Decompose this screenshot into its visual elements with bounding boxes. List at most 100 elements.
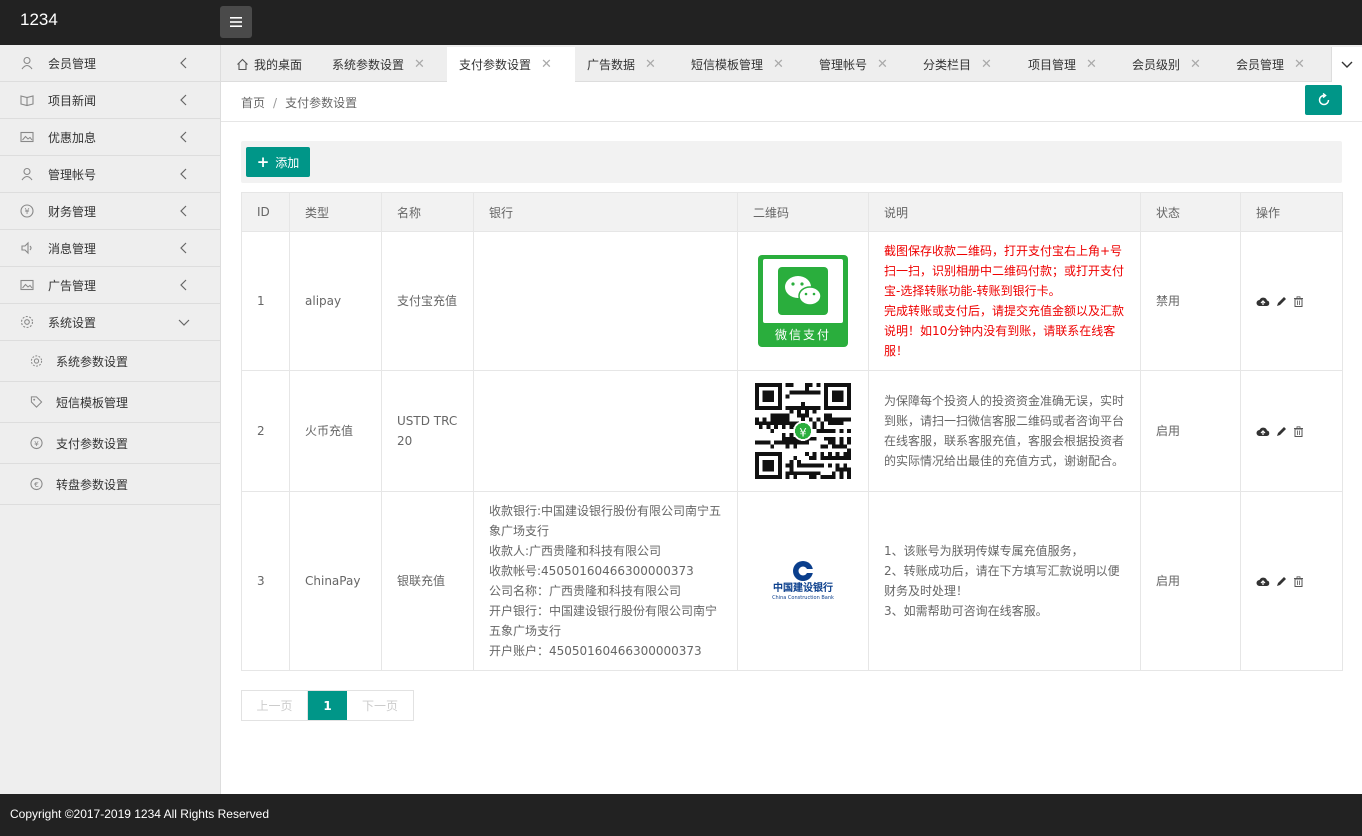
cloud-upload-icon[interactable] [1256, 576, 1270, 587]
qr-code-image: ¥ [755, 383, 851, 479]
sidebar-item-label: 消息管理 [48, 241, 97, 256]
edit-pencil-icon[interactable] [1276, 576, 1287, 587]
tab-label: 会员级别 [1132, 58, 1181, 72]
sidebar-subitem-label: 系统参数设置 [56, 354, 129, 369]
tab[interactable]: 管理帐号 ✕ [807, 47, 911, 82]
tab-home[interactable]: 我的桌面 [221, 47, 320, 82]
tab[interactable]: 短信模板管理 ✕ [679, 47, 807, 82]
cell-bank [473, 370, 738, 492]
close-icon[interactable]: ✕ [414, 57, 425, 72]
yen-icon: ¥ [20, 204, 34, 218]
sidebar-item[interactable]: 广告管理 [0, 267, 220, 304]
gear-icon [30, 355, 43, 368]
sidebar-item-label: 优惠加息 [48, 130, 97, 145]
row-actions [1256, 295, 1327, 307]
breadcrumb-separator: / [273, 96, 278, 110]
description-line: 2、转账成功后，请在下方填写汇款说明以便财务及时处理！ [884, 564, 1120, 598]
next-page-button[interactable]: 下一页 [347, 691, 413, 720]
menu-toggle-button[interactable] [220, 6, 252, 38]
tab-label: 分类栏目 [923, 58, 972, 72]
chevron-left-icon [180, 279, 187, 291]
cloud-upload-icon[interactable] [1256, 296, 1270, 307]
cell-bank: 收款银行:中国建设银行股份有限公司南宁五象广场支行 收款人:广西贵隆和科技有限公司… [473, 491, 738, 671]
tab[interactable]: 广告数据 ✕ [575, 47, 679, 82]
tab-label: 短信模板管理 [691, 58, 764, 72]
sidebar-item-label: 系统设置 [48, 315, 97, 330]
payment-table: ID 类型 名称 银行 二维码 说明 状态 操作 1 alipay 支付宝充值 微信支付 截图保存… [241, 192, 1343, 671]
table-row: 2 火币充值 USTD TRC 20 ¥ 为保障每个投资人的投资资金准确无误，实时到… [241, 370, 1343, 492]
tab-label: 管理帐号 [819, 58, 868, 72]
sidebar-item[interactable]: 项目新闻 [0, 82, 220, 119]
sidebar-item[interactable]: 优惠加息 [0, 119, 220, 156]
bank-line: 开户银行：中国建设银行股份有限公司南宁五象广场支行 [489, 604, 718, 638]
sidebar-item[interactable]: 消息管理 [0, 230, 220, 267]
tab[interactable]: 项目管理 ✕ [1016, 47, 1120, 82]
refresh-button[interactable] [1305, 85, 1342, 115]
ccb-emblem-icon [793, 561, 814, 581]
sidebar-subitem[interactable]: ¥ 支付参数设置 [0, 423, 220, 464]
tab[interactable]: 会员级别 ✕ [1120, 47, 1224, 82]
trash-icon[interactable] [1293, 425, 1304, 437]
cell-status: 启用 [1140, 491, 1241, 671]
close-icon[interactable]: ✕ [1190, 57, 1201, 72]
app-logo[interactable]: 1234 [20, 10, 58, 30]
sidebar-item[interactable]: ¥ 财务管理 [0, 193, 220, 230]
sidebar-subitem[interactable]: € 转盘参数设置 [0, 464, 220, 505]
ccb-name: 中国建设银行 [773, 583, 833, 594]
row-actions [1256, 425, 1327, 437]
tab-more-button[interactable] [1331, 47, 1362, 82]
breadcrumb-home[interactable]: 首页 [241, 96, 265, 110]
svg-text:¥: ¥ [34, 439, 39, 448]
bank-line: 公司名称：广西贵隆和科技有限公司 [489, 584, 682, 598]
close-icon[interactable]: ✕ [981, 57, 992, 72]
current-page-button[interactable]: 1 [308, 691, 347, 720]
refresh-icon [1318, 93, 1329, 106]
cloud-upload-icon[interactable] [1256, 426, 1270, 437]
bank-line: 收款人:广西贵隆和科技有限公司 [489, 544, 662, 558]
close-icon[interactable]: ✕ [1086, 57, 1097, 72]
tab-label: 项目管理 [1028, 58, 1077, 72]
row-actions [1256, 575, 1327, 587]
prev-page-button[interactable]: 上一页 [242, 691, 308, 720]
cell-bank [473, 231, 738, 371]
sidebar-item-label: 广告管理 [48, 278, 97, 293]
add-button[interactable]: + 添加 [246, 147, 310, 177]
cell-type: ChinaPay [289, 491, 382, 671]
close-icon[interactable]: ✕ [1294, 57, 1305, 72]
close-icon[interactable]: ✕ [877, 57, 888, 72]
sidebar-subitem[interactable]: 系统参数设置 [0, 341, 220, 382]
cell-qr: 中国建设银行 China Construction Bank [737, 491, 869, 671]
tab[interactable]: 系统参数设置 ✕ [320, 47, 447, 82]
description-line: 完成转账或支付后，请提交充值金额以及汇款说明！如10分钟内没有到账，请联系在线客… [884, 304, 1125, 358]
cell-name: 银联充值 [381, 491, 474, 671]
wechat-icon [778, 267, 828, 315]
collapsed-indicator [178, 279, 190, 291]
sidebar-item[interactable]: 管理帐号 [0, 156, 220, 193]
tab[interactable]: 分类栏目 ✕ [911, 47, 1016, 82]
tab[interactable]: 会员管理 ✕ [1224, 47, 1330, 82]
chevron-left-icon [180, 168, 187, 180]
cell-name: 支付宝充值 [381, 231, 474, 371]
close-icon[interactable]: ✕ [645, 57, 656, 72]
trash-icon[interactable] [1293, 575, 1304, 587]
cell-status: 禁用 [1140, 231, 1241, 371]
wechat-pay-label: 微信支付 [774, 328, 831, 342]
trash-icon[interactable] [1293, 295, 1304, 307]
tab-label: 会员管理 [1236, 58, 1285, 72]
tab-label: 广告数据 [587, 58, 636, 72]
sidebar-subitem[interactable]: 短信模板管理 [0, 382, 220, 423]
tab[interactable]: 支付参数设置 ✕ [447, 47, 575, 82]
sidebar: 会员管理 项目新闻优惠加息管理帐号 ¥ 财务管理消息管理广告管理系统设置系统参数设置短… [0, 45, 221, 794]
sidebar-item[interactable]: 系统设置 [0, 304, 220, 341]
column-header: 二维码 [737, 192, 869, 232]
svg-text:€: € [34, 480, 39, 489]
sidebar-item[interactable]: 会员管理 [0, 45, 220, 82]
column-header: 说明 [868, 192, 1141, 232]
close-icon[interactable]: ✕ [773, 57, 784, 72]
close-icon[interactable]: ✕ [541, 57, 552, 72]
edit-pencil-icon[interactable] [1276, 296, 1287, 307]
breadcrumb: 首页 / 支付参数设置 [241, 94, 357, 111]
cell-description: 为保障每个投资人的投资资金准确无误，实时到账，请扫一扫微信客服二维码或者咨询平台… [868, 370, 1141, 492]
edit-pencil-icon[interactable] [1276, 426, 1287, 437]
svg-text:¥: ¥ [799, 425, 806, 439]
